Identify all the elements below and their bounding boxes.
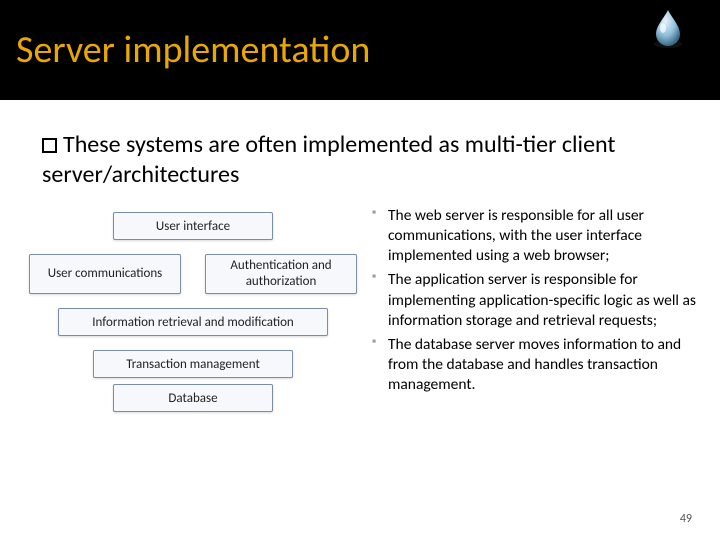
bullet-item: The web server is responsible for all us… bbox=[370, 206, 702, 266]
tier-ui: User interface bbox=[28, 212, 358, 240]
box-database: Database bbox=[113, 384, 273, 412]
tier-comm-auth: User communications Authentication and a… bbox=[28, 254, 358, 294]
bullet-text: The database server moves information to… bbox=[388, 335, 681, 394]
bullet-item: The database server moves information to… bbox=[370, 335, 702, 395]
box-user-interface: User interface bbox=[113, 212, 273, 240]
title-bar: Server implementation bbox=[0, 0, 720, 100]
box-auth: Authentication and authorization bbox=[205, 254, 357, 294]
page-number: 49 bbox=[680, 512, 692, 526]
bullet-list: The web server is responsible for all us… bbox=[370, 206, 710, 426]
content-row: User interface User communications Authe… bbox=[0, 200, 720, 426]
tier-db: Transaction management Database bbox=[28, 350, 358, 412]
box-info-retrieval: Information retrieval and modification bbox=[58, 308, 328, 336]
bullet-text: The web server is responsible for all us… bbox=[388, 206, 644, 265]
tier-diagram: User interface User communications Authe… bbox=[28, 206, 358, 426]
bullet-text: The application server is responsible fo… bbox=[388, 270, 696, 329]
square-bullet-icon bbox=[42, 138, 57, 153]
tier-info: Information retrieval and modification bbox=[28, 308, 358, 336]
water-drop-icon bbox=[646, 6, 690, 55]
slide-title: Server implementation bbox=[16, 27, 370, 73]
bullet-item: The application server is responsible fo… bbox=[370, 270, 702, 330]
box-txn-mgmt: Transaction management bbox=[93, 350, 293, 378]
intro-text: These systems are often implemented as m… bbox=[0, 100, 720, 200]
intro-body: These systems are often implemented as m… bbox=[42, 130, 615, 189]
box-user-comm: User communications bbox=[29, 254, 181, 294]
